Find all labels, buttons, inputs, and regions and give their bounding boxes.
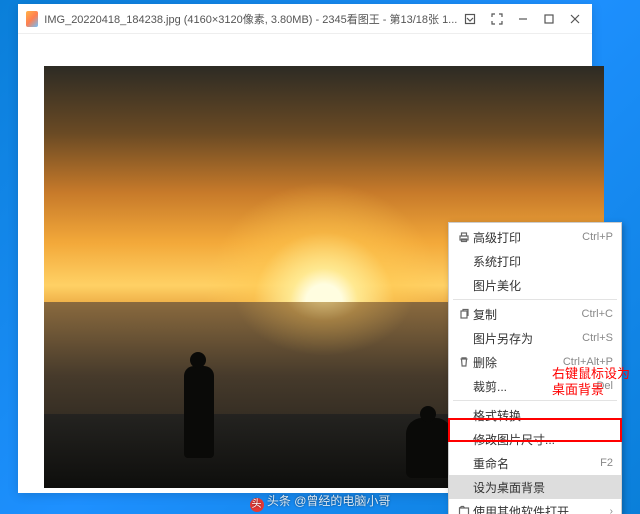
menu-item[interactable]: 格式转换...: [449, 403, 621, 427]
copy-icon: [455, 308, 473, 320]
menu-item-shortcut: Ctrl+P: [582, 231, 613, 243]
context-menu: 高级打印 Ctrl+P 系统打印图片美化复制 Ctrl+C 图片另存为 Ctrl+S 删除 C…: [448, 222, 622, 514]
close-button[interactable]: [562, 4, 588, 34]
title-bar: IMG_20220418_184238.jpg (4160×3120像素, 3.…: [18, 4, 592, 34]
menu-item-label: 重命名: [473, 455, 596, 472]
menu-item-label: 高级打印: [473, 229, 578, 246]
menu-item-label: 使用其他软件打开: [473, 503, 606, 514]
app-icon: [26, 11, 38, 27]
menu-item[interactable]: 复制 Ctrl+C: [449, 302, 621, 326]
menu-item-shortcut: Ctrl+S: [582, 332, 613, 344]
menu-item-shortcut: Del: [596, 380, 613, 392]
watermark-logo: 头: [250, 498, 264, 512]
menu-item[interactable]: 高级打印 Ctrl+P: [449, 225, 621, 249]
menu-item-label: 复制: [473, 306, 578, 323]
menu-item[interactable]: 裁剪... Del: [449, 374, 621, 398]
menu-item-label: 格式转换...: [473, 407, 613, 424]
watermark-prefix: 头条: [267, 494, 291, 508]
menu-item-label: 删除: [473, 354, 559, 371]
menu-item[interactable]: 设为桌面背景: [449, 475, 621, 499]
menu-item-label: 图片美化: [473, 277, 613, 294]
menu-item-label: 裁剪...: [473, 378, 592, 395]
menu-item[interactable]: 系统打印: [449, 249, 621, 273]
maximize-button[interactable]: [536, 4, 562, 34]
dropdown-button[interactable]: [457, 4, 483, 34]
menu-item-shortcut: Ctrl+Alt+P: [563, 356, 613, 368]
silhouette-person: [184, 366, 214, 458]
menu-item-shortcut: Ctrl+C: [582, 308, 613, 320]
silhouette-person: [406, 418, 452, 478]
menu-separator: [453, 299, 617, 300]
menu-item-label: 修改图片尺寸...: [473, 431, 613, 448]
menu-item[interactable]: 图片另存为 Ctrl+S: [449, 326, 621, 350]
watermark-handle: @曾经的电脑小哥: [294, 494, 390, 508]
menu-separator: [453, 400, 617, 401]
window-title: IMG_20220418_184238.jpg (4160×3120像素, 3.…: [44, 11, 457, 27]
menu-item-label: 设为桌面背景: [473, 479, 613, 496]
menu-item-label: 系统打印: [473, 253, 613, 270]
menu-item[interactable]: 使用其他软件打开 ›: [449, 499, 621, 514]
submenu-arrow-icon: ›: [610, 506, 613, 514]
open-ext-icon: [455, 505, 473, 514]
menu-item-shortcut: F2: [600, 457, 613, 469]
minimize-button[interactable]: [510, 4, 536, 34]
menu-item-label: 图片另存为: [473, 330, 578, 347]
printer-icon: [455, 231, 473, 243]
menu-item[interactable]: 重命名 F2: [449, 451, 621, 475]
menu-item[interactable]: 图片美化: [449, 273, 621, 297]
menu-item[interactable]: 修改图片尺寸...: [449, 427, 621, 451]
trash-icon: [455, 356, 473, 368]
menu-item[interactable]: 删除 Ctrl+Alt+P: [449, 350, 621, 374]
fullscreen-button[interactable]: [483, 4, 509, 34]
